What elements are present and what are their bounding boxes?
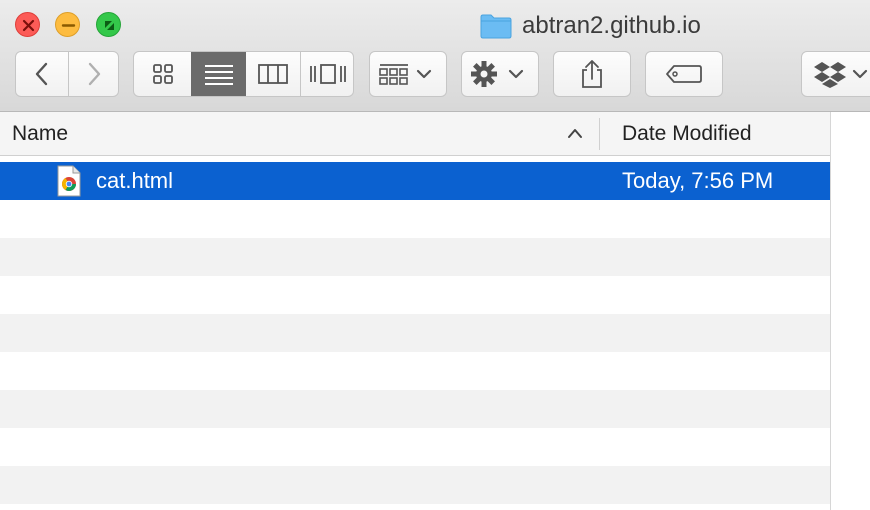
columns-icon	[258, 64, 288, 84]
icon-view-button[interactable]	[134, 52, 191, 96]
file-date-modified: Today, 7:56 PM	[622, 168, 774, 193]
window-title: abtran2.github.io	[480, 11, 701, 41]
sort-ascending-icon[interactable]	[566, 126, 584, 140]
file-name: cat.html	[96, 168, 174, 193]
column-header: Name Date Modified	[0, 112, 830, 156]
chevron-left-icon	[35, 62, 48, 86]
chrome-html-file-icon	[57, 165, 81, 197]
empty-row	[0, 466, 830, 504]
empty-row	[0, 238, 830, 276]
coverflow-icon	[309, 64, 346, 84]
name-column-header[interactable]: Name	[12, 122, 68, 146]
empty-row	[0, 314, 830, 352]
file-list: cat.html Today, 7:56 PM	[0, 162, 830, 510]
share-icon	[582, 60, 602, 88]
arrange-button[interactable]	[369, 51, 447, 97]
cover-flow-view-button[interactable]	[301, 52, 354, 96]
gear-icon	[471, 61, 524, 87]
close-window-button[interactable]	[15, 12, 40, 37]
tag-icon	[666, 65, 702, 83]
list-view-button[interactable]	[191, 52, 246, 96]
date-modified-column-header[interactable]: Date Modified	[622, 122, 752, 146]
list-icon	[204, 65, 233, 85]
column-divider[interactable]	[599, 118, 600, 150]
back-button[interactable]	[16, 52, 68, 96]
empty-row	[0, 276, 830, 314]
view-mode-control	[133, 51, 354, 97]
finder-toolbar: abtran2.github.io	[0, 0, 870, 112]
share-button[interactable]	[553, 51, 631, 97]
back-forward-control	[15, 51, 119, 97]
window-title-text: abtran2.github.io	[522, 12, 701, 39]
dropbox-icon	[814, 62, 868, 88]
column-view-button[interactable]	[246, 52, 300, 96]
minimize-icon	[61, 24, 76, 27]
fullscreen-icon	[105, 21, 114, 30]
file-row-cat-html[interactable]: cat.html Today, 7:56 PM	[0, 162, 830, 200]
empty-row	[0, 390, 830, 428]
fullscreen-window-button[interactable]	[96, 12, 121, 37]
empty-row	[0, 428, 830, 466]
grid-icon	[152, 64, 173, 84]
dropbox-button[interactable]	[801, 51, 870, 97]
tags-button[interactable]	[645, 51, 723, 97]
forward-button[interactable]	[69, 52, 119, 96]
action-button[interactable]	[461, 51, 539, 97]
empty-row	[0, 200, 830, 238]
folder-icon	[480, 14, 512, 39]
right-pane	[830, 112, 870, 510]
empty-row	[0, 352, 830, 390]
close-icon	[22, 19, 35, 32]
minimize-window-button[interactable]	[55, 12, 80, 37]
arrange-icon	[379, 64, 432, 85]
chevron-right-icon	[88, 62, 101, 86]
